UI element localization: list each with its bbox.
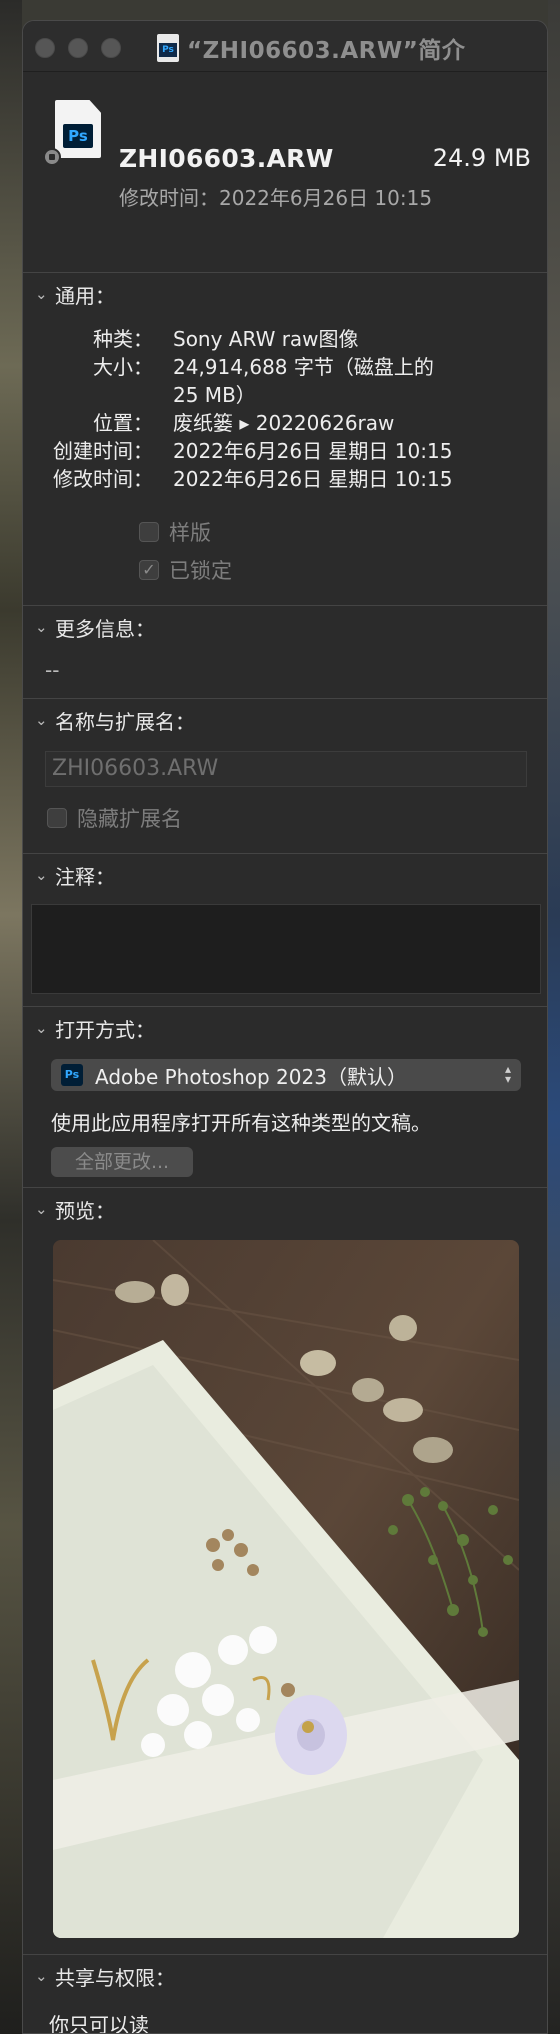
file-size: 24.9 MB <box>432 144 531 172</box>
checkbox-label: 已锁定 <box>169 559 232 583</box>
info-label: 种类： <box>93 327 153 351</box>
section-title: 打开方式： <box>55 1017 155 1042</box>
section-more-info: ⌄ 更多信息： -- <box>23 606 547 699</box>
section-title: 注释： <box>55 864 115 889</box>
checkbox-box[interactable] <box>47 808 67 828</box>
comments-textarea[interactable] <box>31 904 541 994</box>
section-more-info-header[interactable]: ⌄ 更多信息： <box>23 606 547 648</box>
chevron-down-icon[interactable]: ⌄ <box>35 866 55 884</box>
info-value[interactable]: 废纸篓 ▸ 20220626raw <box>173 407 394 436</box>
section-general: ⌄ 通用： 种类： Sony ARW raw图像 大小： 24,914,688 … <box>23 273 547 606</box>
section-comments-header[interactable]: ⌄ 注释： <box>23 854 547 896</box>
lock-icon <box>43 148 61 166</box>
section-sharing: ⌄ 共享与权限： 你只可以读 <box>23 1955 547 2034</box>
checkbox-label: 隐藏扩展名 <box>77 807 182 831</box>
hide-extension-checkbox[interactable]: 隐藏扩展名 <box>47 803 182 833</box>
checkbox-label: 样版 <box>169 521 211 545</box>
info-label: 修改时间： <box>53 467 153 491</box>
minimize-button[interactable] <box>68 38 88 58</box>
info-label: 位置： <box>93 411 153 435</box>
stationery-checkbox[interactable]: 样版 <box>139 517 211 547</box>
chevron-down-icon[interactable]: ⌄ <box>35 1967 55 1985</box>
photoshop-document-icon[interactable]: Ps <box>55 100 101 158</box>
section-title: 通用： <box>55 283 115 308</box>
photoshop-app-icon: Ps <box>61 1064 83 1086</box>
window-title-text: “ZHI06603.ARW”简介 <box>187 38 466 64</box>
document-proxy-icon[interactable]: Ps <box>157 34 179 62</box>
file-header: Ps ZHI06603.ARW 24.9 MB 修改时间：2022年6月26日 … <box>23 72 547 273</box>
updown-chevron-icon: ▴ ▾ <box>504 1062 511 1086</box>
section-preview-header[interactable]: ⌄ 预览： <box>23 1188 547 1230</box>
section-open-with-header[interactable]: ⌄ 打开方式： <box>23 1007 547 1049</box>
preview-image <box>53 1240 519 1938</box>
desktop-background-right <box>548 0 560 2034</box>
name-field[interactable]: ZHI06603.ARW <box>45 751 527 787</box>
section-comments: ⌄ 注释： <box>23 854 547 1007</box>
title-bar[interactable]: Ps “ZHI06603.ARW”简介 <box>23 21 547 72</box>
chevron-down-icon[interactable]: ⌄ <box>35 618 55 636</box>
open-with-description: 使用此应用程序打开所有这种类型的文稿。 <box>51 1111 431 1135</box>
section-name-extension: ⌄ 名称与扩展名： ZHI06603.ARW 隐藏扩展名 <box>23 699 547 854</box>
window-controls <box>35 38 121 58</box>
section-title: 预览： <box>55 1198 115 1223</box>
info-value: 2022年6月26日 星期日 10:15 <box>173 467 453 491</box>
chevron-down-icon[interactable]: ⌄ <box>35 1200 55 1218</box>
section-general-header[interactable]: ⌄ 通用： <box>23 273 547 315</box>
section-name-extension-header[interactable]: ⌄ 名称与扩展名： <box>23 699 547 741</box>
desktop-background-left <box>0 0 22 2034</box>
close-button[interactable] <box>35 38 55 58</box>
app-select-value: Adobe Photoshop 2023（默认） <box>95 1064 407 1089</box>
checkbox-box[interactable] <box>139 522 159 542</box>
checkmark-icon[interactable]: ✓ <box>139 560 159 580</box>
section-sharing-header[interactable]: ⌄ 共享与权限： <box>23 1955 547 1997</box>
app-select[interactable]: Ps Adobe Photoshop 2023（默认） ▴ ▾ <box>51 1059 521 1091</box>
zoom-button[interactable] <box>101 38 121 58</box>
info-value: 24,914,688 字节（磁盘上的 <box>173 355 434 379</box>
chevron-down-icon[interactable]: ⌄ <box>35 285 55 303</box>
get-info-window: Ps “ZHI06603.ARW”简介 Ps ZHI06603.ARW 24.9… <box>22 20 548 2034</box>
info-label: 创建时间： <box>53 439 153 463</box>
section-preview: ⌄ 预览： <box>23 1188 547 1955</box>
section-open-with: ⌄ 打开方式： Ps Adobe Photoshop 2023（默认） ▴ ▾ 使… <box>23 1007 547 1188</box>
chevron-down-icon[interactable]: ⌄ <box>35 711 55 729</box>
file-modified: 修改时间：2022年6月26日 10:15 <box>119 186 433 210</box>
section-title: 名称与扩展名： <box>55 709 195 734</box>
change-all-button[interactable]: 全部更改... <box>51 1147 193 1177</box>
info-label: 大小： <box>93 355 153 379</box>
section-title: 共享与权限： <box>55 1965 175 1990</box>
chevron-down-icon[interactable]: ⌄ <box>35 1019 55 1037</box>
window-title: Ps “ZHI06603.ARW”简介 <box>157 31 465 65</box>
permission-text: 你只可以读 <box>49 2013 149 2034</box>
info-value: 2022年6月26日 星期日 10:15 <box>173 439 453 463</box>
info-value: Sony ARW raw图像 <box>173 327 359 351</box>
info-value: 25 MB） <box>173 383 256 407</box>
section-title: 更多信息： <box>55 616 155 641</box>
more-info-value: -- <box>45 658 60 682</box>
file-name: ZHI06603.ARW <box>119 144 334 173</box>
locked-checkbox[interactable]: ✓ 已锁定 <box>139 555 232 585</box>
